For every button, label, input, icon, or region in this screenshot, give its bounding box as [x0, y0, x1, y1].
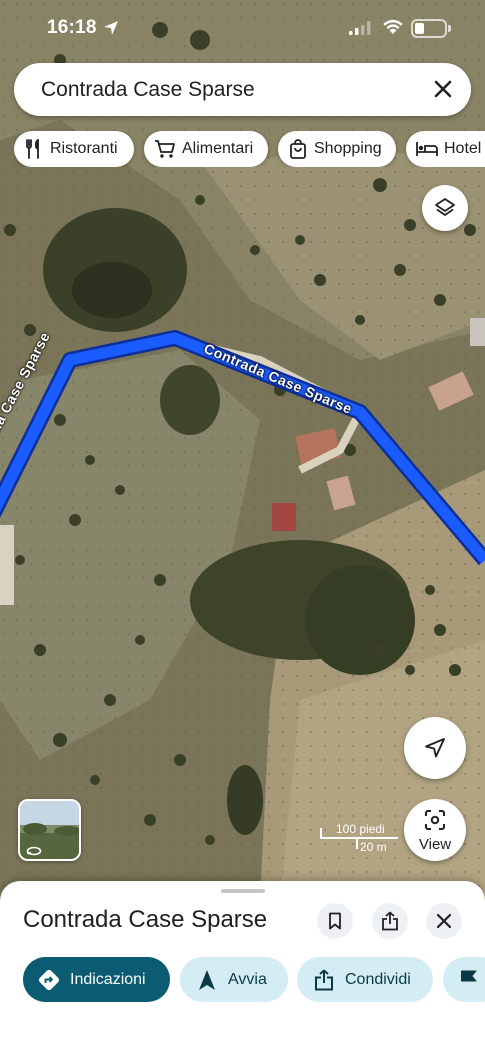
wifi-icon	[383, 19, 403, 34]
close-icon	[436, 913, 452, 929]
start-button[interactable]: Avvia	[180, 957, 288, 1002]
scale-metric: 20 m	[360, 840, 387, 854]
scale-imperial: 100 piedi	[336, 822, 385, 836]
view-button[interactable]: View	[404, 799, 466, 861]
view-label: View	[418, 836, 452, 853]
chip-label: Hotel	[444, 140, 482, 157]
category-chips: Ristoranti Alimentari Shopping Hotel	[14, 131, 485, 167]
navigation-arrow-icon	[425, 738, 445, 758]
chip-label: Alimentari	[182, 140, 254, 157]
navigation-arrow-icon	[199, 969, 215, 990]
chip-shopping[interactable]: Shopping	[278, 131, 396, 167]
place-title: Contrada Case Sparse	[23, 906, 268, 933]
my-location-button[interactable]	[404, 717, 466, 779]
map-scale: 100 piedi 20 m	[320, 820, 400, 854]
share-action-button[interactable]: Condividi	[297, 957, 433, 1002]
flag-button[interactable]	[443, 957, 485, 1002]
shopping-bag-icon	[290, 139, 306, 159]
directions-label: Indicazioni	[70, 970, 146, 988]
status-bar: 16:18	[0, 0, 485, 56]
action-buttons: Indicazioni Avvia Condividi	[23, 957, 485, 1003]
chip-ristoranti[interactable]: Ristoranti	[14, 131, 134, 167]
start-label: Avvia	[228, 970, 267, 988]
360-rotate-icon	[26, 846, 42, 856]
bed-icon	[416, 142, 438, 156]
sheet-grabber[interactable]	[221, 889, 265, 893]
street-view-thumbnail[interactable]	[18, 799, 81, 861]
battery-icon	[411, 19, 451, 38]
search-query[interactable]: Contrada Case Sparse	[41, 78, 255, 102]
share-icon	[382, 911, 398, 931]
bookmark-icon	[329, 912, 341, 930]
layers-icon	[435, 198, 455, 216]
share-button[interactable]	[372, 903, 408, 939]
status-time: 16:18	[47, 17, 97, 38]
chip-label: Ristoranti	[50, 140, 118, 157]
search-bar[interactable]: Contrada Case Sparse	[14, 63, 471, 116]
close-icon[interactable]	[431, 77, 455, 101]
share-icon	[315, 969, 333, 990]
share-label: Condividi	[345, 970, 411, 988]
chip-label: Shopping	[314, 140, 382, 157]
cart-icon	[155, 140, 175, 158]
chip-hotel[interactable]: Hotel	[406, 131, 485, 167]
cell-signal-icon	[349, 21, 371, 35]
close-sheet-button[interactable]	[426, 903, 462, 939]
place-bottom-sheet[interactable]: Contrada Case Sparse Indicazioni Avvia C…	[0, 881, 485, 1050]
fork-knife-icon	[26, 139, 39, 159]
save-button[interactable]	[317, 903, 353, 939]
layers-button[interactable]	[422, 185, 468, 231]
chip-alimentari[interactable]: Alimentari	[144, 131, 268, 167]
flag-icon	[461, 970, 477, 990]
lens-camera-icon	[425, 810, 445, 830]
location-arrow-icon	[104, 21, 118, 35]
directions-icon	[38, 969, 60, 990]
directions-button[interactable]: Indicazioni	[23, 957, 170, 1002]
